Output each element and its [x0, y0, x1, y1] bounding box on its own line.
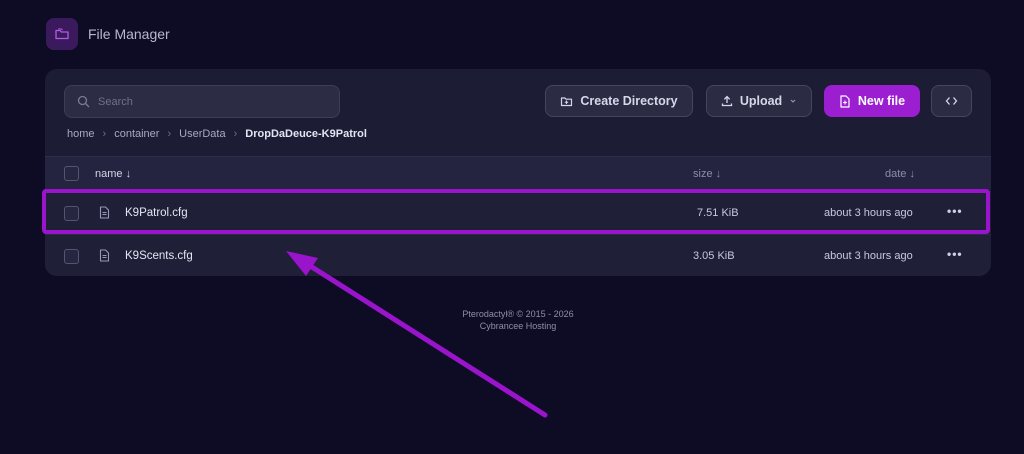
column-size[interactable]: size ↓: [693, 168, 721, 180]
chevron-right-icon: ›: [167, 128, 172, 140]
chevron-right-icon: ›: [102, 128, 107, 140]
table-header: name ↓ size ↓ date ↓: [45, 156, 991, 190]
code-icon: [945, 97, 958, 105]
chevron-down-icon: [790, 99, 796, 103]
upload-button[interactable]: Upload: [706, 85, 812, 117]
table-row[interactable]: K9Scents.cfg 3.05 KiB about 3 hours ago …: [45, 234, 991, 276]
file-plus-icon: [840, 94, 850, 108]
search-input[interactable]: [98, 95, 318, 108]
breadcrumb-item-container[interactable]: container: [114, 128, 159, 140]
file-name[interactable]: K9Patrol.cfg: [125, 207, 188, 219]
new-file-button[interactable]: New file: [824, 85, 920, 117]
page-title: File Manager: [88, 26, 170, 42]
row-checkbox[interactable]: [64, 206, 79, 221]
more-options-icon[interactable]: •••: [947, 204, 963, 218]
file-date: about 3 hours ago: [824, 250, 913, 262]
more-options-icon[interactable]: •••: [947, 247, 963, 261]
upload-icon: [721, 95, 732, 107]
create-directory-button[interactable]: Create Directory: [545, 85, 693, 117]
footer-host: Cybrancee Hosting: [479, 321, 557, 331]
breadcrumb-item-home[interactable]: home: [67, 128, 95, 140]
footer: Pterodactyl® © 2015 - 2026 Cybrancee Hos…: [0, 308, 1024, 332]
file-icon: [99, 206, 110, 219]
folder-plus-icon: [561, 96, 573, 106]
file-icon: [99, 249, 110, 262]
table-row[interactable]: K9Patrol.cfg 7.51 KiB about 3 hours ago …: [45, 191, 991, 233]
chevron-right-icon: ›: [233, 128, 238, 140]
file-manager-panel: Create Directory Upload New file: [45, 69, 991, 276]
file-name[interactable]: K9Scents.cfg: [125, 250, 193, 262]
file-size: 7.51 KiB: [697, 207, 739, 219]
breadcrumb-item-userdata[interactable]: UserData: [179, 128, 225, 140]
breadcrumb-current: DropDaDeuce-K9Patrol: [245, 128, 367, 140]
new-file-label: New file: [857, 94, 906, 108]
folder-icon: [46, 18, 78, 50]
search-box[interactable]: [64, 85, 340, 118]
page-header: File Manager: [46, 18, 170, 50]
row-checkbox[interactable]: [64, 249, 79, 264]
search-icon: [77, 95, 90, 108]
page: File Manager Create Directory Upload: [0, 0, 1024, 454]
file-size: 3.05 KiB: [693, 250, 735, 262]
column-date[interactable]: date ↓: [885, 168, 915, 180]
column-name[interactable]: name ↓: [95, 168, 131, 180]
create-directory-label: Create Directory: [580, 94, 678, 108]
breadcrumb: home › container › UserData › DropDaDeuc…: [67, 127, 367, 141]
footer-copyright: Pterodactyl® © 2015 - 2026: [462, 309, 574, 319]
select-all-checkbox[interactable]: [64, 166, 79, 181]
upload-label: Upload: [739, 94, 783, 108]
file-date: about 3 hours ago: [824, 207, 913, 219]
code-view-button[interactable]: [931, 85, 972, 117]
